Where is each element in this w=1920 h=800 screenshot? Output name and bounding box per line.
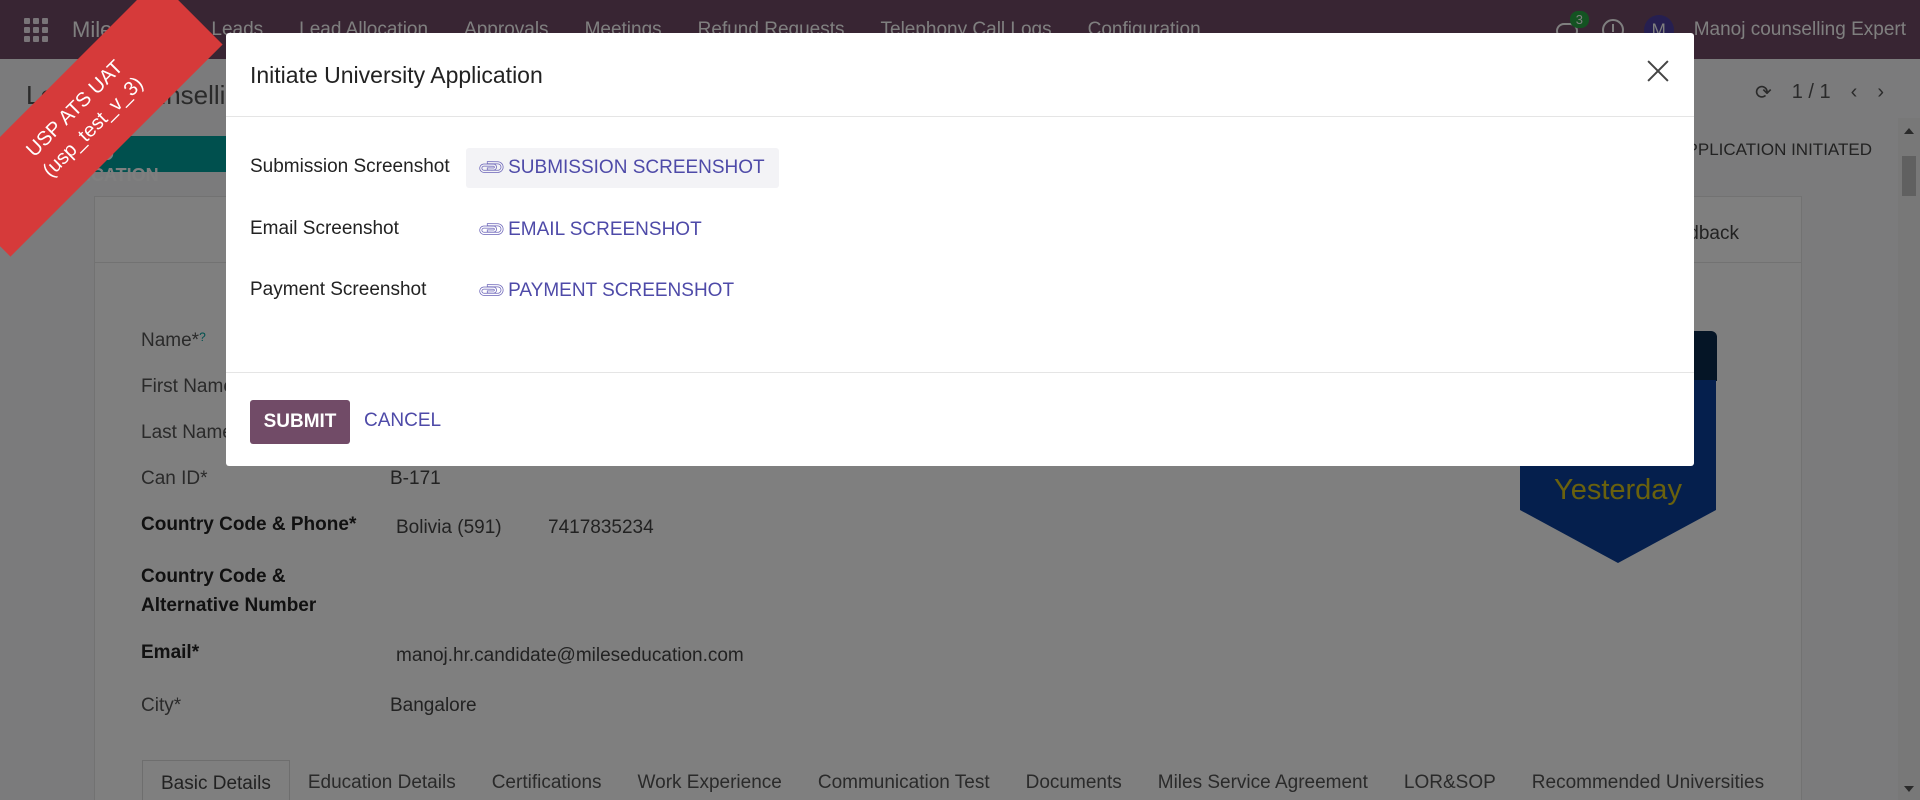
- paperclip-icon: 📎︎: [476, 275, 509, 308]
- email-screenshot-row: Email Screenshot 📎︎ EMAIL SCREENSHOT: [250, 214, 716, 262]
- submission-screenshot-row: Submission Screenshot 📎︎ SUBMISSION SCRE…: [250, 148, 779, 200]
- email-screenshot-label: Email Screenshot: [250, 218, 399, 239]
- submission-screenshot-button-label: SUBMISSION SCREENSHOT: [508, 157, 765, 178]
- submit-button[interactable]: SUBMIT: [250, 400, 350, 444]
- modal-header: Initiate University Application: [226, 33, 1694, 117]
- modal-body: Submission Screenshot 📎︎ SUBMISSION SCRE…: [226, 117, 1694, 373]
- payment-screenshot-label: Payment Screenshot: [250, 279, 427, 300]
- payment-screenshot-upload-button[interactable]: 📎︎ PAYMENT SCREENSHOT: [466, 271, 748, 311]
- email-screenshot-button-label: EMAIL SCREENSHOT: [508, 219, 702, 240]
- payment-screenshot-button-label: PAYMENT SCREENSHOT: [508, 280, 735, 301]
- initiate-application-dialog: Initiate University Application Submissi…: [226, 33, 1694, 466]
- modal-footer: SUBMIT CANCEL: [226, 373, 1694, 465]
- modal-title: Initiate University Application: [250, 62, 543, 88]
- submission-screenshot-label: Submission Screenshot: [250, 156, 450, 177]
- email-screenshot-upload-button[interactable]: 📎︎ EMAIL SCREENSHOT: [466, 210, 716, 250]
- paperclip-icon: 📎︎: [476, 214, 509, 247]
- cancel-button[interactable]: CANCEL: [364, 410, 441, 432]
- paperclip-icon: 📎︎: [476, 152, 509, 185]
- submission-screenshot-upload-button[interactable]: 📎︎ SUBMISSION SCREENSHOT: [466, 148, 779, 188]
- payment-screenshot-row: Payment Screenshot 📎︎ PAYMENT SCREENSHOT: [250, 275, 748, 323]
- close-icon[interactable]: [1646, 59, 1670, 83]
